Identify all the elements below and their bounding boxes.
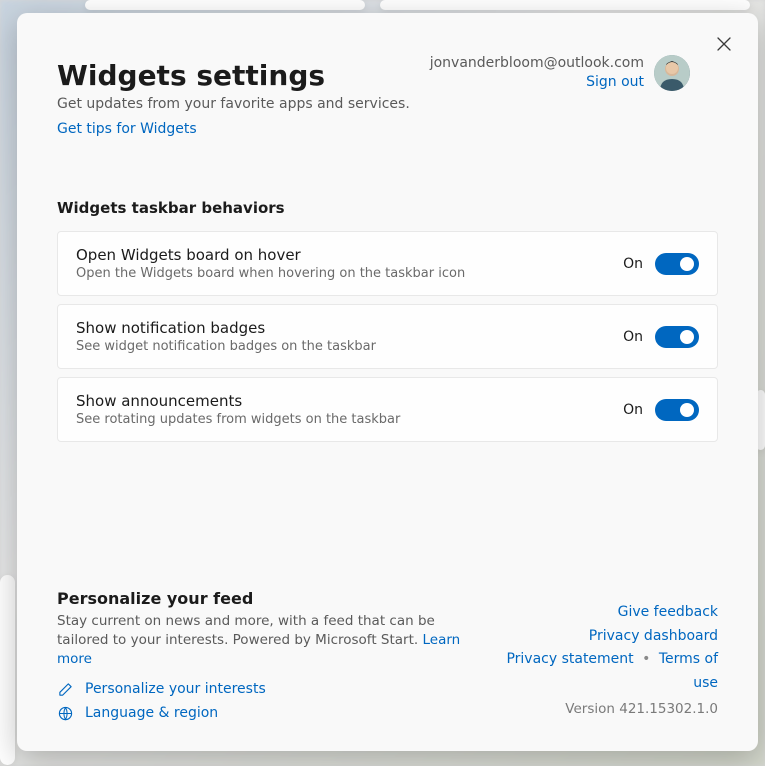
- tips-link[interactable]: Get tips for Widgets: [57, 121, 197, 137]
- hover-toggle[interactable]: [655, 253, 699, 275]
- setting-desc: See widget notification badges on the ta…: [76, 339, 623, 354]
- page-title: Widgets settings: [57, 59, 410, 92]
- feed-desc-text: Stay current on news and more, with a fe…: [57, 613, 435, 648]
- personalize-interests-link[interactable]: Personalize your interests: [57, 681, 477, 697]
- version-text: Version 421.15302.1.0: [497, 698, 718, 721]
- settings-panel: Widgets settings Get updates from your f…: [17, 13, 758, 751]
- pencil-icon: [57, 681, 73, 697]
- bg-tile: [380, 0, 750, 10]
- setting-title: Open Widgets board on hover: [76, 246, 623, 264]
- setting-desc: Open the Widgets board when hovering on …: [76, 266, 623, 281]
- language-label: Language & region: [85, 705, 218, 721]
- feed-block: Personalize your feed Stay current on ne…: [57, 589, 477, 721]
- account-email: jonvanderbloom@outlook.com: [430, 55, 644, 71]
- bg-tile: [85, 0, 365, 10]
- account-block: jonvanderbloom@outlook.com Sign out: [430, 55, 690, 91]
- announcements-toggle[interactable]: [655, 399, 699, 421]
- terms-link[interactable]: Terms of use: [659, 651, 718, 691]
- footer-links: Give feedback Privacy dashboard Privacy …: [497, 601, 718, 721]
- feed-heading: Personalize your feed: [57, 589, 477, 608]
- avatar[interactable]: [654, 55, 690, 91]
- close-button[interactable]: [710, 31, 738, 59]
- setting-title: Show announcements: [76, 392, 623, 410]
- separator-dot: •: [642, 651, 650, 667]
- page-subtitle: Get updates from your favorite apps and …: [57, 96, 410, 112]
- toggle-state: On: [623, 329, 643, 345]
- feedback-link[interactable]: Give feedback: [618, 604, 718, 620]
- bottom-row: Personalize your feed Stay current on ne…: [57, 589, 718, 721]
- behaviors-heading: Widgets taskbar behaviors: [57, 199, 718, 217]
- personalize-label: Personalize your interests: [85, 681, 266, 697]
- setting-badges: Show notification badges See widget noti…: [57, 304, 718, 369]
- privacy-statement-link[interactable]: Privacy statement: [506, 651, 633, 667]
- toggle-state: On: [623, 256, 643, 272]
- badges-toggle[interactable]: [655, 326, 699, 348]
- privacy-dashboard-link[interactable]: Privacy dashboard: [589, 628, 718, 644]
- feed-desc: Stay current on news and more, with a fe…: [57, 612, 477, 669]
- language-region-link[interactable]: Language & region: [57, 705, 477, 721]
- setting-title: Show notification badges: [76, 319, 623, 337]
- setting-announcements: Show announcements See rotating updates …: [57, 377, 718, 442]
- toggle-state: On: [623, 402, 643, 418]
- globe-icon: [57, 705, 73, 721]
- close-icon: [717, 36, 731, 55]
- bg-tile: [0, 575, 15, 765]
- title-block: Widgets settings Get updates from your f…: [57, 59, 410, 137]
- setting-desc: See rotating updates from widgets on the…: [76, 412, 623, 427]
- header-row: Widgets settings Get updates from your f…: [57, 59, 718, 137]
- sign-out-link[interactable]: Sign out: [586, 74, 644, 90]
- setting-hover: Open Widgets board on hover Open the Wid…: [57, 231, 718, 296]
